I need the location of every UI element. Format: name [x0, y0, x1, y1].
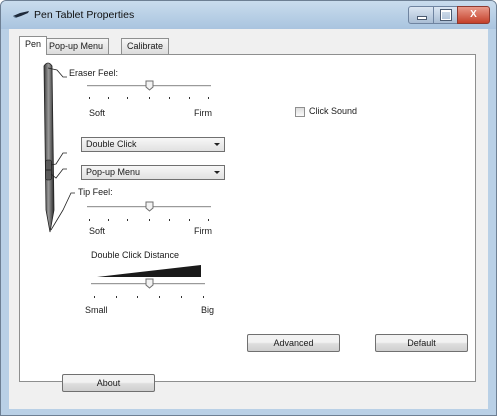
click-sound-checkbox[interactable]: [295, 107, 305, 117]
eraser-feel-thumb[interactable]: [145, 80, 154, 91]
minimize-button[interactable]: [408, 6, 434, 24]
default-button[interactable]: Default: [375, 334, 468, 352]
double-click-distance-max-label: Big: [201, 305, 215, 315]
distance-wedge-graphic: [97, 265, 201, 277]
pen-illustration: [43, 62, 75, 233]
window-title: Pen Tablet Properties: [34, 9, 135, 21]
lower-side-switch-value: Pop-up Menu: [86, 167, 141, 177]
double-click-distance-min-label: Small: [85, 305, 108, 315]
advanced-button[interactable]: Advanced: [247, 334, 340, 352]
close-button[interactable]: X: [457, 6, 490, 24]
eraser-feel-max-label: Firm: [194, 108, 212, 118]
lower-side-switch-select[interactable]: Pop-up Menu: [81, 165, 225, 180]
tab-pen[interactable]: Pen: [19, 36, 48, 55]
tip-feel-min-label: Soft: [89, 226, 106, 236]
upper-side-switch-value: Double Click: [86, 139, 137, 149]
click-sound-label: Click Sound: [309, 106, 358, 116]
tab-calibrate[interactable]: Calibrate: [121, 38, 170, 54]
title-bar[interactable]: Pen Tablet Properties X: [1, 1, 496, 29]
close-icon: X: [470, 9, 477, 20]
eraser-feel-label: Eraser Feel:: [69, 68, 119, 78]
tip-feel-max-label: Firm: [194, 226, 212, 236]
upper-side-switch-select[interactable]: Double Click: [81, 137, 225, 152]
pen-tablet-properties-window: Pen Tablet Properties X Pen Pop-up Menu …: [0, 0, 497, 416]
about-button[interactable]: About: [62, 374, 155, 392]
tab-popup-menu[interactable]: Pop-up Menu: [43, 38, 110, 54]
minimize-icon: [417, 16, 427, 20]
double-click-distance-thumb[interactable]: [145, 278, 154, 289]
maximize-icon: [440, 10, 451, 20]
tip-feel-thumb[interactable]: [145, 201, 154, 212]
chevron-down-icon: [214, 171, 220, 174]
eraser-feel-min-label: Soft: [89, 108, 106, 118]
dialog-client-area: Pen Pop-up Menu Calibrate Eraser Feel: S…: [9, 29, 488, 409]
pen-tablet-icon: [13, 11, 29, 18]
double-click-distance-label: Double Click Distance: [91, 250, 180, 260]
maximize-button[interactable]: [433, 6, 458, 24]
chevron-down-icon: [214, 143, 220, 146]
tip-feel-label: Tip Feel:: [78, 187, 113, 197]
